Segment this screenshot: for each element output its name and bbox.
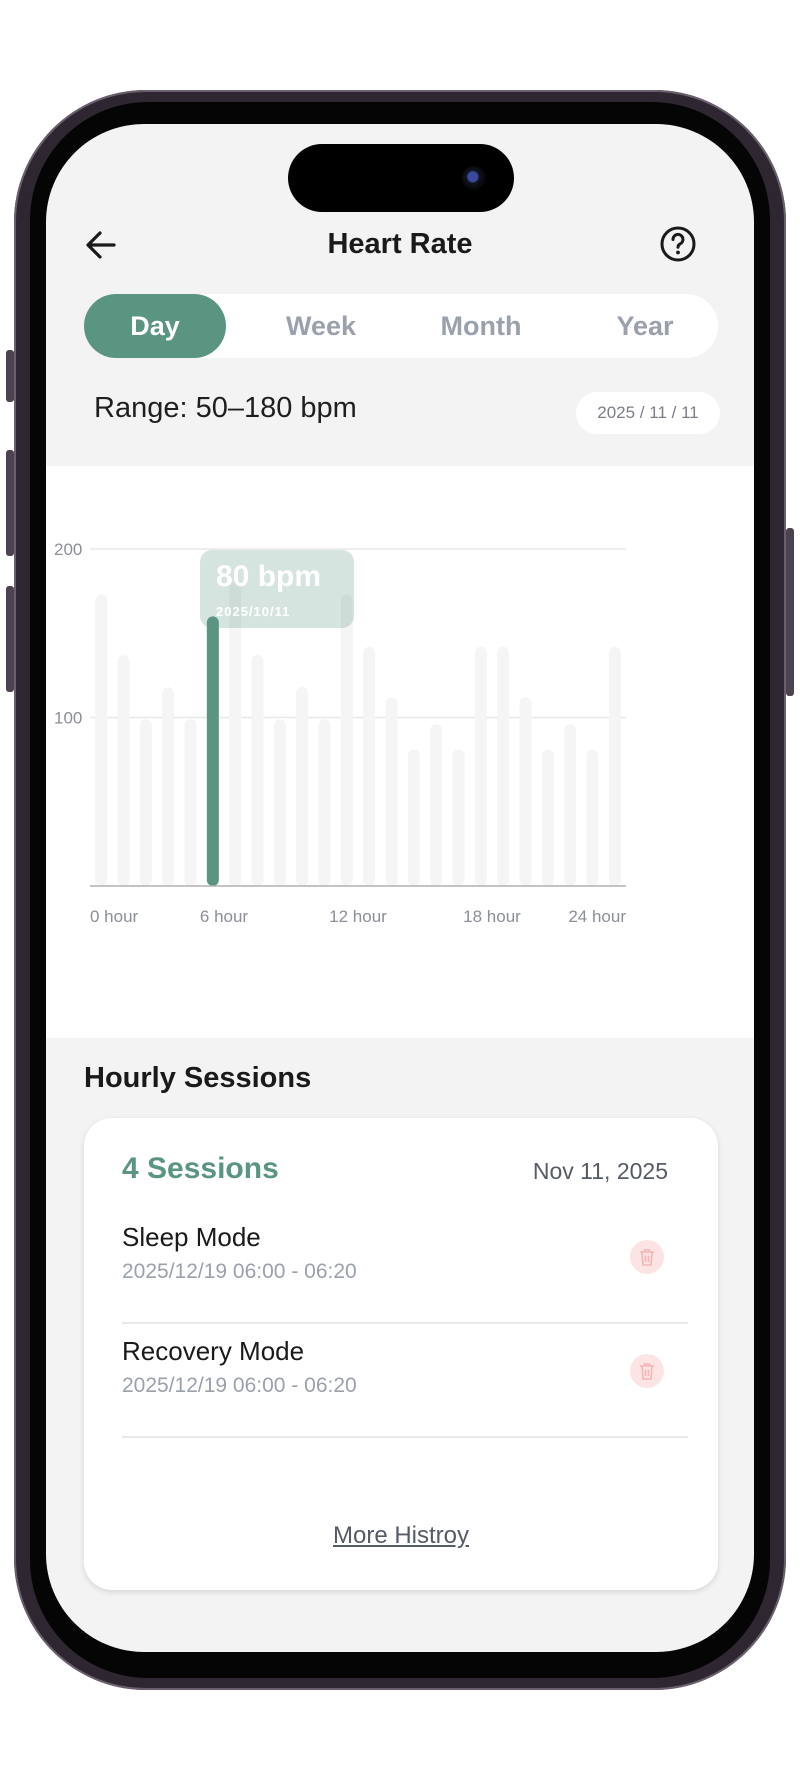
bar-highlighted xyxy=(206,616,219,886)
x-tick-label: 18 hour xyxy=(463,907,521,926)
tab-week[interactable]: Week xyxy=(250,294,392,358)
sessions-card: 4 Sessions Nov 11, 2025 Sleep Mode 2025/… xyxy=(84,1118,718,1590)
session-name: Sleep Mode xyxy=(122,1222,261,1252)
bar xyxy=(519,697,532,886)
trash-icon xyxy=(640,1363,654,1380)
session-item[interactable]: Sleep Mode 2025/12/19 06:00 - 06:20 xyxy=(122,1222,688,1324)
bar xyxy=(385,697,398,886)
page-title: Heart Rate xyxy=(327,228,473,260)
session-time: 2025/12/19 06:00 - 06:20 xyxy=(122,1260,357,1283)
sessions-heading: Hourly Sessions xyxy=(84,1062,312,1094)
tooltip-date: 2025/10/11 xyxy=(216,604,291,619)
date-picker[interactable]: 2025 / 11 / 11 xyxy=(576,392,720,434)
y-tick-label: 200 xyxy=(54,540,82,559)
bar xyxy=(497,646,510,886)
power-button xyxy=(786,528,794,696)
bar xyxy=(296,687,309,886)
trash-icon xyxy=(640,1249,654,1266)
bar xyxy=(564,724,577,886)
app-screen: Heart Rate Day Week Month Year Range: 50… xyxy=(46,124,754,1652)
chart-tooltip: 80 bpm 2025/10/11 xyxy=(200,550,354,628)
bar xyxy=(251,655,264,886)
tooltip-value: 80 bpm xyxy=(216,560,322,593)
heart-rate-chart: 200 100 0 hour 6 hour 12 hour 18 hour 24 hour … xyxy=(46,466,754,1038)
mute-switch xyxy=(6,350,14,402)
bar xyxy=(430,724,443,886)
x-tick-label: 0 hour xyxy=(90,907,139,926)
y-tick-label: 100 xyxy=(54,709,82,728)
question-circle-icon[interactable] xyxy=(658,224,698,264)
bar xyxy=(340,594,353,886)
x-tick-label: 6 hour xyxy=(200,907,249,926)
delete-session-button[interactable] xyxy=(630,1240,664,1274)
session-count: 4 Sessions xyxy=(122,1152,279,1185)
session-date: Nov 11, 2025 xyxy=(532,1158,668,1184)
x-tick-label: 12 hour xyxy=(329,907,387,926)
volume-up-button xyxy=(6,450,14,556)
bar xyxy=(608,646,621,886)
delete-session-button[interactable] xyxy=(630,1354,664,1388)
bar xyxy=(117,655,130,886)
x-tick-label: 24 hour xyxy=(568,907,626,926)
bar xyxy=(363,646,376,886)
session-item[interactable]: Recovery Mode 2025/12/19 06:00 - 06:20 xyxy=(122,1336,688,1438)
tab-day[interactable]: Day xyxy=(84,294,226,358)
bar xyxy=(474,646,487,886)
tab-month[interactable]: Month xyxy=(410,294,552,358)
bar xyxy=(273,719,286,886)
bar xyxy=(407,749,420,886)
session-name: Recovery Mode xyxy=(122,1336,305,1366)
bar xyxy=(162,687,175,886)
top-bar: Heart Rate xyxy=(46,210,754,280)
period-tabs: Day Week Month Year xyxy=(84,294,718,358)
bar xyxy=(541,749,554,886)
more-history-link[interactable]: More Histroy xyxy=(84,1522,718,1550)
range-label: Range: 50–180 bpm xyxy=(94,392,357,424)
bar xyxy=(139,719,152,886)
bar xyxy=(184,719,197,886)
camera-icon xyxy=(462,166,486,190)
bar xyxy=(586,749,599,886)
session-time: 2025/12/19 06:00 - 06:20 xyxy=(122,1374,357,1397)
tab-year[interactable]: Year xyxy=(574,294,716,358)
bar xyxy=(318,719,331,886)
bar xyxy=(229,582,242,886)
chart-canvas: 200 100 0 hour 6 hour 12 hour 18 hour 24 hour xyxy=(54,540,626,926)
bar xyxy=(452,749,465,886)
volume-down-button xyxy=(6,586,14,692)
dynamic-island xyxy=(288,144,514,212)
bar xyxy=(95,594,108,886)
